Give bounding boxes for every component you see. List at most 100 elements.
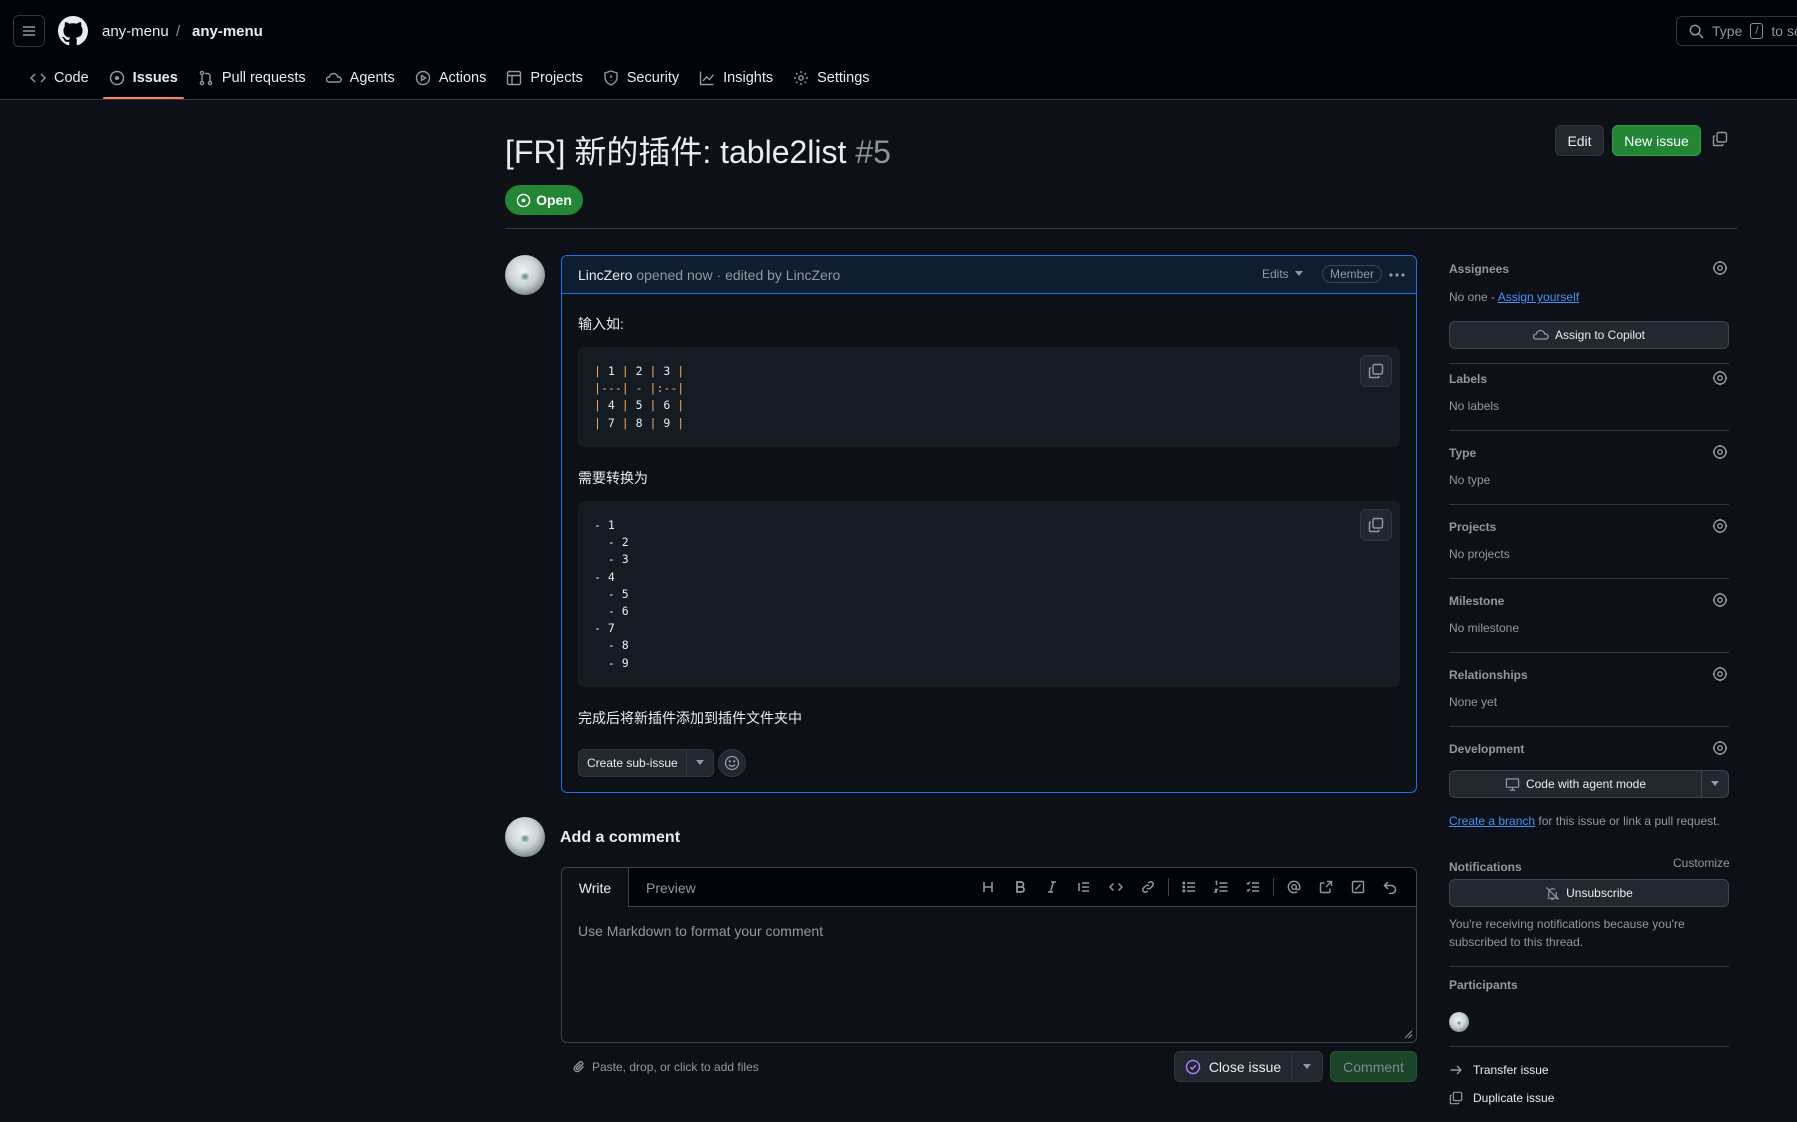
gear-icon[interactable] xyxy=(1712,518,1728,534)
unordered-list-icon[interactable] xyxy=(1173,878,1205,896)
link-icon[interactable] xyxy=(1132,878,1164,896)
create-sub-issue-label[interactable]: Create sub-issue xyxy=(579,750,687,776)
search-input[interactable]: Type / to se xyxy=(1676,16,1797,46)
assign-yourself-link[interactable]: Assign yourself xyxy=(1498,290,1579,304)
sidebar-divider xyxy=(1449,430,1729,431)
edit-button[interactable]: Edit xyxy=(1555,125,1604,156)
gear-icon xyxy=(794,71,809,85)
unsubscribe-button[interactable]: Unsubscribe xyxy=(1449,879,1729,907)
undo-icon[interactable] xyxy=(1374,878,1406,896)
close-issue-main[interactable]: Close issue xyxy=(1175,1052,1292,1081)
assignees-value: No one - Assign yourself xyxy=(1449,290,1579,304)
tab-preview[interactable]: Preview xyxy=(646,880,696,896)
type-value: No type xyxy=(1449,473,1491,487)
arrow-right-icon xyxy=(1450,1065,1462,1075)
issue-title: [FR] 新的插件: table2list #5 xyxy=(505,127,891,173)
tab-insights[interactable]: Insights xyxy=(689,64,783,92)
comment-textarea[interactable]: Use Markdown to format your comment xyxy=(578,923,823,939)
tab-settings[interactable]: Settings xyxy=(783,64,879,92)
create-branch-link[interactable]: Create a branch xyxy=(1449,814,1535,828)
editor-toolbar: Write Preview xyxy=(562,868,1416,907)
avatar[interactable] xyxy=(505,817,545,857)
copy-code-button[interactable] xyxy=(1360,509,1392,541)
tab-pull-requests[interactable]: Pull requests xyxy=(188,64,316,92)
shield-icon xyxy=(604,70,618,86)
tab-code[interactable]: Code xyxy=(20,64,99,92)
kebab-horizontal-icon[interactable] xyxy=(1389,273,1405,277)
chevron-down-icon[interactable] xyxy=(1292,1052,1322,1081)
tab-label: Agents xyxy=(349,70,395,86)
attach-files[interactable]: Paste, drop, or click to add files xyxy=(572,1060,759,1074)
tab-projects[interactable]: Projects xyxy=(496,64,592,92)
comment-meta[interactable]: opened now · edited by LincZero xyxy=(636,267,840,283)
copy-link-icon[interactable] xyxy=(1712,131,1728,147)
tab-security[interactable]: Security xyxy=(593,64,689,92)
notifications-note-line1: You're receiving notifications because y… xyxy=(1449,917,1685,931)
code-with-agent-mode-button[interactable]: Code with agent mode xyxy=(1449,770,1729,798)
close-issue-label: Close issue xyxy=(1208,1058,1282,1075)
comment-author-line: LincZero opened now · edited by LincZero xyxy=(578,267,840,283)
customize-notifications-button[interactable]: Customize xyxy=(1673,856,1730,870)
saved-replies-icon[interactable] xyxy=(1342,878,1374,896)
comment-author[interactable]: LincZero xyxy=(578,267,632,283)
gear-icon[interactable] xyxy=(1712,444,1728,460)
close-issue-button[interactable]: Close issue xyxy=(1174,1051,1323,1082)
participant-avatar[interactable] xyxy=(1449,1012,1469,1032)
resize-handle-icon[interactable] xyxy=(1403,1029,1413,1039)
gear-icon[interactable] xyxy=(1712,592,1728,608)
heading-icon[interactable] xyxy=(972,878,1004,896)
comment-submit-button[interactable]: Comment xyxy=(1330,1051,1417,1082)
duplicate-issue-label: Duplicate issue xyxy=(1473,1091,1555,1105)
search-icon xyxy=(1689,24,1704,39)
tab-actions[interactable]: Actions xyxy=(405,64,497,92)
sidebar-divider xyxy=(1449,652,1729,653)
avatar[interactable] xyxy=(505,255,545,295)
tab-label: Code xyxy=(54,70,89,86)
copy-icon xyxy=(1368,363,1384,379)
issue-opened-icon xyxy=(516,193,531,207)
chevron-down-icon[interactable] xyxy=(687,750,713,776)
edits-dropdown[interactable]: Edits xyxy=(1262,267,1303,281)
new-issue-button[interactable]: New issue xyxy=(1612,125,1701,156)
toolbar-divider xyxy=(1168,878,1169,896)
mention-icon[interactable] xyxy=(1278,878,1310,896)
task-list-icon[interactable] xyxy=(1237,878,1269,896)
duplicate-issue-button[interactable]: Duplicate issue xyxy=(1449,1091,1554,1105)
bold-icon[interactable] xyxy=(1004,878,1036,896)
cross-reference-icon[interactable] xyxy=(1310,878,1342,896)
issue-opened-icon xyxy=(109,70,124,86)
notifications-note-line2: subscribed to this thread. xyxy=(1449,935,1584,949)
breadcrumb-owner[interactable]: any-menu xyxy=(102,23,169,40)
tab-write[interactable]: Write xyxy=(562,868,629,907)
copy-code-button[interactable] xyxy=(1360,355,1392,387)
github-logo-icon[interactable] xyxy=(58,16,88,46)
smiley-icon xyxy=(724,755,740,771)
transfer-issue-button[interactable]: Transfer issue xyxy=(1449,1063,1549,1077)
breadcrumb-repo[interactable]: any-menu xyxy=(192,23,263,40)
create-sub-issue-button[interactable]: Create sub-issue xyxy=(578,749,714,777)
sidebar-divider xyxy=(1449,578,1729,579)
relationships-value: None yet xyxy=(1449,695,1498,709)
gear-icon[interactable] xyxy=(1712,260,1728,276)
milestone-heading: Milestone xyxy=(1449,594,1505,608)
participants-heading: Participants xyxy=(1449,978,1518,992)
gear-icon[interactable] xyxy=(1712,740,1728,756)
tab-agents[interactable]: Agents xyxy=(316,64,405,92)
italic-icon[interactable] xyxy=(1036,878,1068,896)
sidebar-divider xyxy=(1449,966,1729,967)
add-reaction-button[interactable] xyxy=(718,749,746,777)
quote-icon[interactable] xyxy=(1068,878,1100,896)
code-with-agent-mode-main[interactable]: Code with agent mode xyxy=(1450,771,1702,797)
tab-issues[interactable]: Issues xyxy=(99,64,188,99)
code-block: - 1 - 2 - 3 - 4 - 5 - 6 - 7 - 8 - 9 xyxy=(578,501,1400,687)
comment-editor: Write Preview Use Markdown to format you… xyxy=(561,867,1417,1043)
gear-icon[interactable] xyxy=(1712,666,1728,682)
relationships-heading: Relationships xyxy=(1449,668,1528,682)
ordered-list-icon[interactable] xyxy=(1205,878,1237,896)
assign-to-copilot-button[interactable]: Assign to Copilot xyxy=(1449,321,1729,349)
chevron-down-icon[interactable] xyxy=(1702,771,1728,797)
gear-icon[interactable] xyxy=(1712,370,1728,386)
add-comment-heading: Add a comment xyxy=(560,829,681,846)
code-icon[interactable] xyxy=(1100,878,1132,896)
menu-icon[interactable] xyxy=(13,15,45,47)
